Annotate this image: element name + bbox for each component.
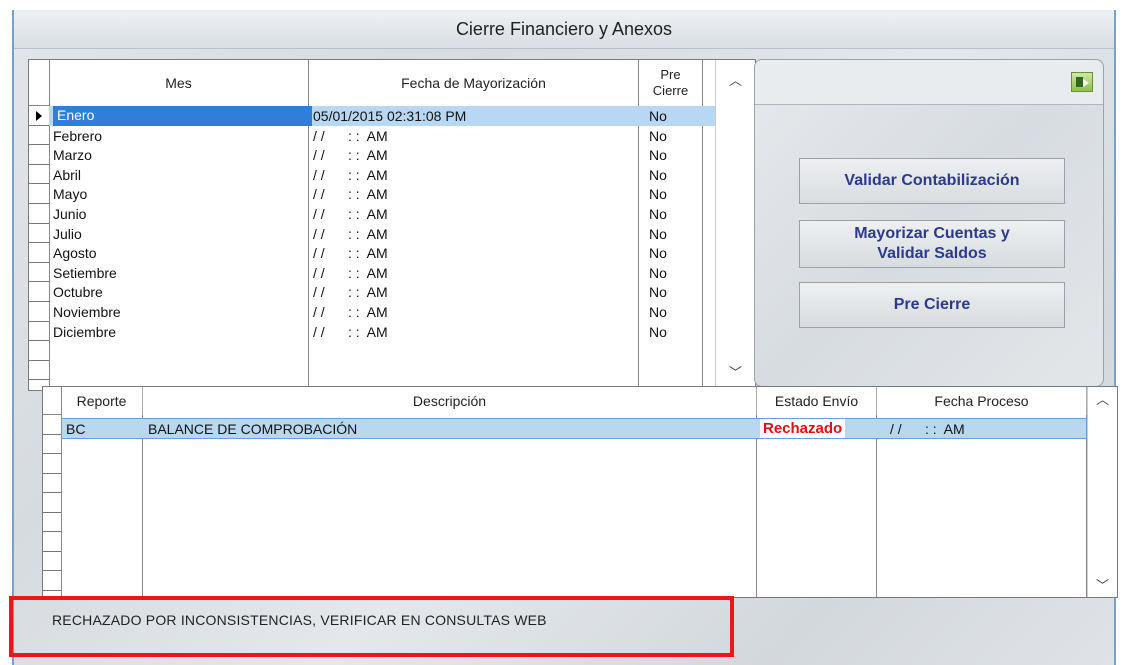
fecha-mayorizacion-cell: / / : : AM: [313, 284, 388, 301]
table-row[interactable]: Mayo / / : : AM No: [49, 184, 703, 204]
window-title: Cierre Financiero y Anexos: [14, 10, 1114, 49]
fecha-mayorizacion-cell: / / : : AM: [313, 147, 388, 164]
mes-cell: Noviembre: [53, 304, 121, 320]
meses-grid[interactable]: Mes Fecha de Mayorización Pre Cierre Ene…: [28, 59, 756, 391]
table-row[interactable]: Diciembre / / : : AM No: [49, 322, 703, 342]
mes-cell: Mayo: [53, 186, 88, 203]
pre-cierre-cell: No: [649, 284, 667, 301]
fecha-proceso-cell: / / : : AM: [890, 421, 965, 437]
pre-cierre-cell: No: [649, 225, 667, 242]
mayorizar-label-line2: Validar Saldos: [877, 245, 987, 262]
meses-scrollbar[interactable]: ︿ ﹀: [715, 60, 755, 390]
table-row[interactable]: BC BALANCE DE COMPROBACIÓN Rechazado / /…: [61, 418, 1087, 439]
pre-cierre-button[interactable]: Pre Cierre: [799, 282, 1065, 328]
table-row[interactable]: Febrero / / : : AM No: [49, 126, 703, 146]
mes-cell: Enero: [53, 106, 312, 126]
fecha-mayorizacion-cell: 05/01/2015 02:31:08 PM: [313, 108, 467, 124]
pre-cierre-cell: No: [649, 323, 667, 340]
reportes-scrollbar[interactable]: ︿ ﹀: [1087, 387, 1117, 597]
fecha-mayorizacion-cell: / / : : AM: [313, 323, 388, 340]
table-row[interactable]: Agosto / / : : AM No: [49, 243, 703, 263]
fecha-mayorizacion-cell: / / : : AM: [313, 304, 388, 320]
table-row[interactable]: Junio / / : : AM No: [49, 204, 703, 224]
fecha-mayorizacion-cell: / / : : AM: [313, 186, 388, 203]
scroll-up-icon[interactable]: ︿: [1088, 389, 1117, 411]
fecha-mayorizacion-cell: / / : : AM: [313, 206, 388, 222]
table-row[interactable]: Julio / / : : AM No: [49, 224, 703, 244]
pre-cierre-cell: No: [649, 264, 667, 281]
mes-cell: Agosto: [53, 245, 97, 262]
mes-cell: Julio: [53, 225, 82, 242]
mes-cell: Octubre: [53, 284, 103, 301]
actions-toolbar: [755, 60, 1103, 105]
scroll-up-icon[interactable]: ︿: [716, 70, 755, 92]
pre-cierre-cell: No: [649, 127, 667, 144]
mes-cell: Abril: [53, 166, 82, 183]
reporte-cell: BC: [66, 421, 86, 437]
scroll-down-icon[interactable]: ﹀: [1088, 575, 1117, 597]
scroll-down-icon[interactable]: ﹀: [716, 362, 755, 384]
table-row[interactable]: Marzo / / : : AM No: [49, 145, 703, 165]
row-selector-column: [29, 60, 50, 390]
cierre-financiero-window: Cierre Financiero y Anexos Mes Fecha de …: [12, 10, 1118, 665]
table-row[interactable]: Enero 05/01/2015 02:31:08 PM No: [49, 106, 723, 126]
descripcion-cell: BALANCE DE COMPROBACIÓN: [148, 421, 358, 437]
highlight-annotation-box: [9, 596, 734, 657]
pre-cierre-cell: No: [649, 206, 667, 222]
actions-panel: Validar Contabilización Mayorizar Cuenta…: [754, 59, 1104, 387]
fecha-mayorizacion-cell: / / : : AM: [313, 166, 388, 183]
column-header-descripcion[interactable]: Descripción: [143, 387, 757, 415]
reportes-grid[interactable]: Reporte Descripción Estado Envío Fecha P…: [42, 386, 1118, 598]
current-row-pointer-icon[interactable]: [29, 106, 49, 126]
column-header-pre-cierre[interactable]: Pre Cierre: [639, 60, 703, 106]
pre-cierre-cell: No: [649, 245, 667, 262]
table-row[interactable]: Abril / / : : AM No: [49, 165, 703, 185]
pre-cierre-cell: No: [649, 186, 667, 203]
mayorizar-label-line1: Mayorizar Cuentas y: [854, 225, 1010, 242]
pre-cierre-cell: No: [649, 166, 667, 183]
fecha-mayorizacion-cell: / / : : AM: [313, 127, 388, 144]
column-header-fecha-proceso[interactable]: Fecha Proceso: [877, 387, 1087, 415]
fecha-mayorizacion-cell: / / : : AM: [313, 264, 388, 281]
column-header-mes[interactable]: Mes: [49, 60, 309, 106]
mes-cell: Marzo: [53, 147, 92, 164]
table-row[interactable]: Octubre / / : : AM No: [49, 282, 703, 302]
mes-cell: Setiembre: [53, 264, 117, 281]
fecha-mayorizacion-cell: / / : : AM: [313, 225, 388, 242]
validar-contabilizacion-button[interactable]: Validar Contabilización: [799, 158, 1065, 204]
row-selector-column: [43, 387, 62, 597]
mes-cell: Febrero: [53, 127, 103, 144]
table-row[interactable]: Noviembre / / : : AM No: [49, 302, 703, 322]
pre-cierre-cell: No: [649, 304, 667, 320]
fecha-mayorizacion-cell: / / : : AM: [313, 245, 388, 262]
estado-envio-badge: Rechazado: [760, 419, 846, 438]
mes-cell: Junio: [53, 206, 87, 222]
table-row[interactable]: Setiembre / / : : AM No: [49, 263, 703, 283]
exit-door-icon[interactable]: [1071, 72, 1093, 92]
column-header-fecha-mayorizacion[interactable]: Fecha de Mayorización: [309, 60, 639, 106]
column-header-reporte[interactable]: Reporte: [61, 387, 143, 415]
pre-cierre-cell: No: [649, 108, 667, 124]
pre-cierre-cell: No: [649, 147, 667, 164]
column-header-estado-envio[interactable]: Estado Envío: [757, 387, 877, 415]
mes-cell: Diciembre: [53, 323, 117, 340]
mayorizar-cuentas-button[interactable]: Mayorizar Cuentas y Validar Saldos: [799, 220, 1065, 268]
